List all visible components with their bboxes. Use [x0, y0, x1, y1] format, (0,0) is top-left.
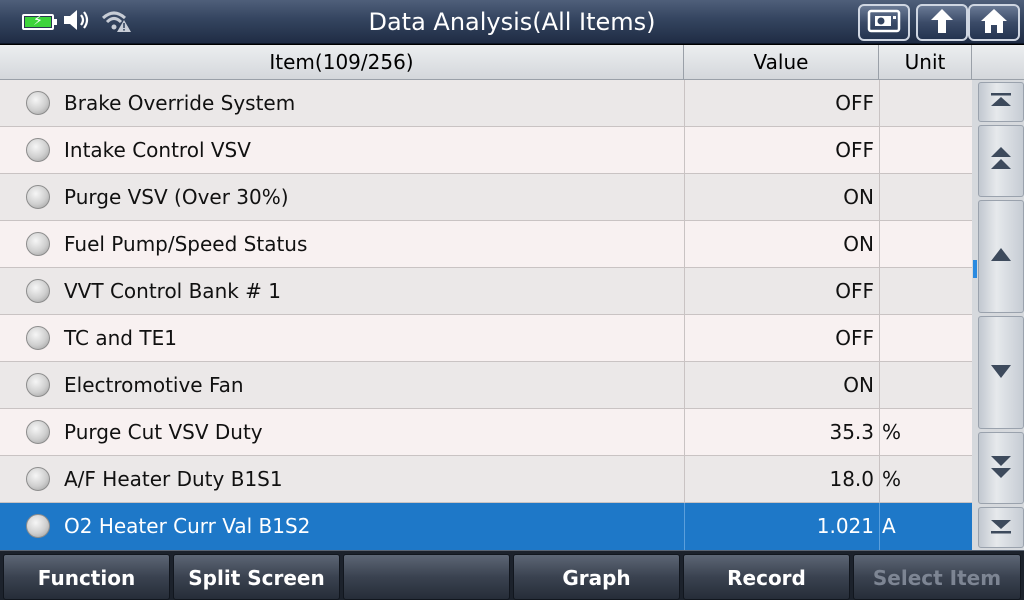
page-up-button[interactable]: [978, 125, 1024, 197]
radio-button[interactable]: [26, 373, 50, 397]
table-row[interactable]: Purge VSV (Over 30%) ON: [0, 174, 972, 221]
table-row[interactable]: VVT Control Bank # 1 OFF: [0, 268, 972, 315]
table-header: Item(109/256) Value Unit: [0, 45, 1024, 80]
scroll-down-button[interactable]: [978, 316, 1024, 429]
row-value: ON: [843, 232, 874, 256]
row-value: 35.3: [829, 420, 874, 444]
row-unit: A: [882, 514, 896, 538]
title-bar: ⚡ Data Analysis(All Items): [0, 0, 1024, 44]
column-header-value: Value: [684, 45, 879, 80]
row-item-name: Purge Cut VSV Duty: [64, 420, 263, 444]
screenshot-button[interactable]: [858, 4, 910, 41]
row-item-name: TC and TE1: [64, 326, 177, 350]
row-item-name: Intake Control VSV: [64, 138, 251, 162]
scroll-position-indicator: [973, 260, 977, 278]
radio-button[interactable]: [26, 467, 50, 491]
row-value: ON: [843, 185, 874, 209]
empty-button[interactable]: [343, 554, 510, 600]
radio-button[interactable]: [26, 420, 50, 444]
scroll-panel: [972, 80, 1024, 550]
column-header-item: Item(109/256): [0, 45, 684, 80]
table-row-selected[interactable]: O2 Heater Curr Val B1S2 1.021 A: [0, 503, 972, 550]
row-item-name: O2 Heater Curr Val B1S2: [64, 514, 311, 538]
scroll-to-top-button[interactable]: [978, 82, 1024, 122]
row-unit: %: [882, 467, 902, 491]
row-value: OFF: [835, 138, 874, 162]
radio-button[interactable]: [26, 185, 50, 209]
scroll-top-icon: [989, 91, 1013, 113]
radio-button[interactable]: [26, 138, 50, 162]
row-value: 1.021: [816, 514, 874, 538]
radio-button[interactable]: [26, 91, 50, 115]
back-button[interactable]: [916, 4, 968, 41]
radio-button[interactable]: [26, 232, 50, 256]
data-list: Brake Override System OFF Intake Control…: [0, 80, 972, 550]
column-header-unit: Unit: [879, 45, 972, 80]
row-value: OFF: [835, 279, 874, 303]
double-chevron-down-icon: [989, 452, 1013, 484]
home-icon: [979, 7, 1009, 39]
graph-button[interactable]: Graph: [513, 554, 680, 600]
scroll-up-button[interactable]: [978, 200, 1024, 313]
bottom-toolbar: Function Split Screen Graph Record Selec…: [0, 550, 1024, 600]
split-screen-button[interactable]: Split Screen: [173, 554, 340, 600]
table-row[interactable]: Purge Cut VSV Duty 35.3 %: [0, 409, 972, 456]
scroll-to-bottom-button[interactable]: [978, 507, 1024, 548]
home-button[interactable]: [968, 4, 1020, 41]
chevron-up-icon: [989, 247, 1013, 267]
radio-button[interactable]: [26, 326, 50, 350]
row-item-name: Fuel Pump/Speed Status: [64, 232, 308, 256]
row-unit: %: [882, 420, 902, 444]
radio-button[interactable]: [26, 514, 50, 538]
table-row[interactable]: A/F Heater Duty B1S1 18.0 %: [0, 456, 972, 503]
row-item-name: Purge VSV (Over 30%): [64, 185, 289, 209]
row-value: OFF: [835, 91, 874, 115]
back-arrow-icon: [927, 7, 957, 39]
table-row[interactable]: Electromotive Fan ON: [0, 362, 972, 409]
row-item-name: VVT Control Bank # 1: [64, 279, 282, 303]
table-row[interactable]: Fuel Pump/Speed Status ON: [0, 221, 972, 268]
row-item-name: Electromotive Fan: [64, 373, 244, 397]
row-value: 18.0: [829, 467, 874, 491]
function-button[interactable]: Function: [3, 554, 170, 600]
row-item-name: A/F Heater Duty B1S1: [64, 467, 283, 491]
record-button[interactable]: Record: [683, 554, 850, 600]
radio-button[interactable]: [26, 279, 50, 303]
camera-save-icon: [867, 9, 901, 37]
double-chevron-up-icon: [989, 145, 1013, 177]
table-row[interactable]: TC and TE1 OFF: [0, 315, 972, 362]
row-value: ON: [843, 373, 874, 397]
scroll-bottom-icon: [989, 517, 1013, 539]
chevron-down-icon: [989, 363, 1013, 383]
select-item-button[interactable]: Select Item: [853, 554, 1021, 600]
table-row[interactable]: Intake Control VSV OFF: [0, 127, 972, 174]
row-item-name: Brake Override System: [64, 91, 296, 115]
page-down-button[interactable]: [978, 432, 1024, 504]
row-value: OFF: [835, 326, 874, 350]
table-row[interactable]: Brake Override System OFF: [0, 80, 972, 127]
